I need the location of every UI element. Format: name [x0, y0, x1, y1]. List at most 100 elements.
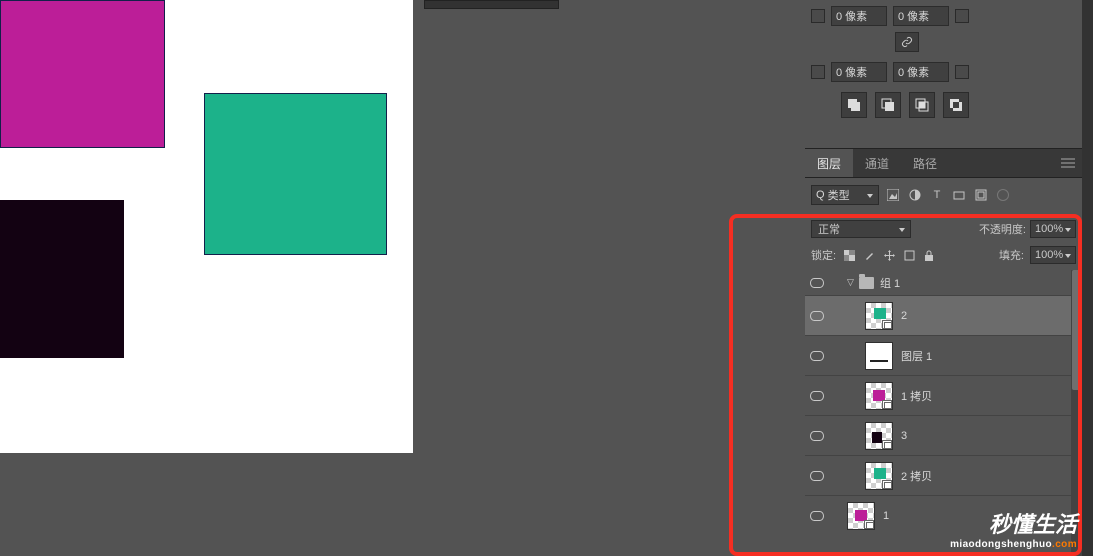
layer-row[interactable]: 3 [805, 416, 1082, 456]
corner-br-field[interactable]: 0 像素 [893, 62, 949, 82]
smart-badge-icon [882, 320, 892, 329]
layers-scrollbar[interactable] [1071, 270, 1082, 556]
extra-tab-stub[interactable] [424, 0, 559, 9]
scrollbar-thumb[interactable] [1072, 270, 1081, 390]
lock-row: 锁定: 填充: 100% [805, 244, 1082, 266]
layer-name[interactable]: 1 拷贝 [901, 388, 1082, 404]
smart-badge-icon [882, 480, 892, 489]
layers-list: ▽ 组 1 2 图层 1 [805, 270, 1082, 556]
canvas-area[interactable] [0, 0, 805, 556]
search-prefix: Q [816, 189, 825, 201]
corner-tl-field[interactable]: 0 像素 [831, 6, 887, 26]
layer-name[interactable]: 图层 1 [901, 348, 1082, 364]
layer-row[interactable]: 1 拷贝 [805, 376, 1082, 416]
filter-adjust-icon[interactable] [907, 187, 923, 203]
lock-all-button[interactable] [922, 248, 936, 262]
corner-radius-row-top: 0 像素 0 像素 [811, 4, 969, 28]
artboard-lock-icon [904, 250, 915, 261]
smart-icon [975, 189, 987, 201]
lock-position-button[interactable] [882, 248, 896, 262]
intersect-icon [915, 98, 929, 112]
group-twisty[interactable]: ▽ [847, 277, 859, 288]
layer-group-row[interactable]: ▽ 组 1 [805, 270, 1082, 296]
corner-br-checkbox[interactable] [955, 65, 969, 79]
blend-row: 正常 不透明度: 100% [805, 218, 1082, 240]
smart-badge-icon [864, 520, 874, 529]
filter-pixel-icon[interactable] [885, 187, 901, 203]
link-corners-button[interactable] [895, 32, 919, 52]
shape-icon [953, 189, 965, 201]
align-exclude-button[interactable] [943, 92, 969, 118]
exclude-icon [949, 98, 963, 112]
hamburger-icon [1061, 158, 1075, 168]
opacity-field[interactable]: 100% [1030, 220, 1076, 238]
filter-kind-label: 类型 [828, 187, 850, 203]
image-icon [887, 189, 899, 201]
shape-magenta[interactable] [0, 0, 165, 148]
layer-name[interactable]: 3 [901, 430, 1082, 442]
tab-paths[interactable]: 路径 [901, 149, 949, 177]
lock-label: 锁定: [811, 247, 836, 263]
fill-label: 填充: [999, 247, 1024, 263]
fill-field[interactable]: 100% [1030, 246, 1076, 264]
layer-thumbnail[interactable] [865, 342, 893, 370]
artboard[interactable] [0, 0, 413, 453]
layer-row[interactable]: 1 [805, 496, 1082, 536]
shape-green[interactable] [204, 93, 387, 255]
smart-badge-icon [882, 400, 892, 409]
visibility-toggle[interactable] [805, 511, 829, 521]
layer-name[interactable]: 1 [883, 510, 1082, 522]
corner-radius-row-bottom: 0 像素 0 像素 [811, 60, 969, 84]
visibility-toggle[interactable] [805, 471, 829, 481]
lock-transparency-button[interactable] [842, 248, 856, 262]
blend-mode-dropdown[interactable]: 正常 [811, 220, 911, 238]
panel-menu-button[interactable] [1054, 149, 1082, 177]
corner-bl-checkbox[interactable] [811, 65, 825, 79]
layer-name[interactable]: 2 [901, 310, 1082, 322]
properties-strip: 0 像素 0 像素 0 像素 0 像素 [805, 0, 1082, 124]
layer-name[interactable]: 2 拷贝 [901, 468, 1082, 484]
lock-artboard-button[interactable] [902, 248, 916, 262]
checker-icon [844, 250, 855, 261]
corner-tl-checkbox[interactable] [811, 9, 825, 23]
move-icon [884, 250, 895, 261]
layer-name[interactable]: 组 1 [880, 275, 1082, 291]
visibility-toggle[interactable] [805, 311, 829, 321]
pathfinder-row [841, 92, 969, 118]
visibility-toggle[interactable] [805, 431, 829, 441]
corner-tr-field[interactable]: 0 像素 [893, 6, 949, 26]
align-intersect-button[interactable] [909, 92, 935, 118]
visibility-toggle[interactable] [805, 351, 829, 361]
filter-smart-icon[interactable] [973, 187, 989, 203]
adjust-icon [909, 189, 921, 201]
filter-toggle-switch[interactable] [997, 189, 1009, 201]
lock-pixels-button[interactable] [862, 248, 876, 262]
opacity-label: 不透明度: [979, 221, 1026, 237]
folder-icon [859, 277, 874, 289]
unite-icon [847, 98, 861, 112]
layer-thumbnail[interactable] [865, 302, 893, 330]
filter-kind-dropdown[interactable]: Q 类型 [811, 185, 879, 205]
smart-badge-icon [882, 440, 892, 449]
tab-layers[interactable]: 图层 [805, 149, 853, 177]
corner-tr-checkbox[interactable] [955, 9, 969, 23]
panel-tabs: 图层 通道 路径 [805, 148, 1082, 178]
layer-thumbnail[interactable] [865, 422, 893, 450]
layer-row[interactable]: 图层 1 [805, 336, 1082, 376]
brush-icon [864, 250, 875, 261]
visibility-toggle[interactable] [805, 391, 829, 401]
layer-thumbnail[interactable] [865, 382, 893, 410]
layer-row[interactable]: 2 拷贝 [805, 456, 1082, 496]
layer-row[interactable]: 2 [805, 296, 1082, 336]
layer-thumbnail[interactable] [865, 462, 893, 490]
shape-black[interactable] [0, 200, 124, 358]
visibility-toggle[interactable] [805, 278, 829, 288]
corner-bl-field[interactable]: 0 像素 [831, 62, 887, 82]
filter-shape-icon[interactable] [951, 187, 967, 203]
filter-type-icon[interactable]: T [929, 187, 945, 203]
right-panels: 0 像素 0 像素 0 像素 0 像素 图层 通道 路径 Q 类型 [805, 0, 1082, 556]
layer-thumbnail[interactable] [847, 502, 875, 530]
align-subtract-button[interactable] [875, 92, 901, 118]
align-unite-button[interactable] [841, 92, 867, 118]
tab-channels[interactable]: 通道 [853, 149, 901, 177]
